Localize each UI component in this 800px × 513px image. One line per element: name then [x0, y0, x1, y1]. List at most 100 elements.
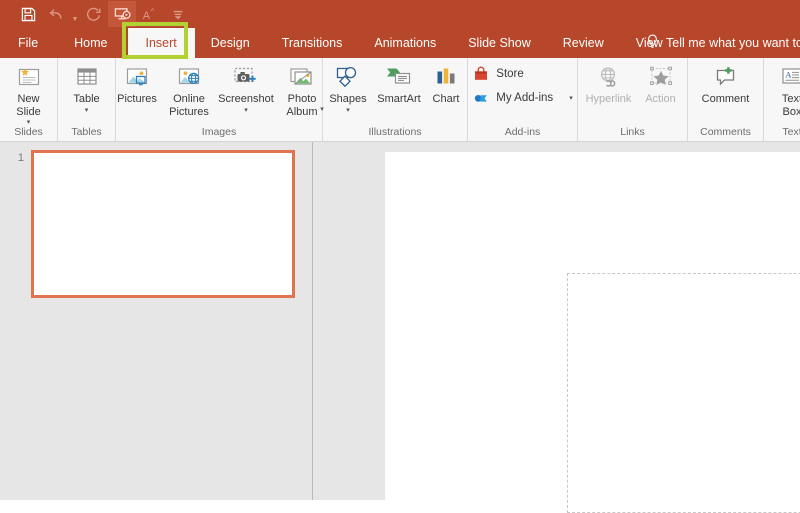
svg-text:A: A	[143, 9, 151, 21]
title-bar: ▼ A ^	[0, 0, 800, 28]
powerpoint-window: ▼ A ^ File Home Insert Design Transition…	[0, 0, 800, 513]
tell-me-search[interactable]: Tell me what you want to	[646, 28, 800, 58]
shapes-button[interactable]: Shapes ▾	[324, 61, 372, 114]
shapes-label: Shapes	[329, 93, 367, 105]
customize-quick-access-icon[interactable]	[164, 1, 192, 27]
ribbon-group-links: Hyperlink Action Links	[578, 58, 688, 141]
workspace: 1	[0, 142, 800, 513]
group-label-tables: Tables	[71, 126, 102, 138]
group-label-images: Images	[201, 126, 237, 138]
redo-icon[interactable]	[80, 1, 108, 27]
tab-slide-show[interactable]: Slide Show	[452, 28, 547, 58]
tab-file-label: File	[18, 36, 39, 50]
group-label-text: Text	[782, 126, 800, 138]
chart-icon	[433, 63, 459, 91]
ribbon: New Slide ▾ Slides Table ▾ Tables Pictur…	[0, 58, 800, 142]
table-label: Table	[73, 93, 100, 105]
hyperlink-label: Hyperlink	[585, 93, 632, 105]
ribbon-group-illustrations: Shapes ▾ SmartArt Chart Illustrations	[323, 58, 468, 141]
text-box-button[interactable]: A TextBox	[769, 61, 800, 118]
ribbon-group-addins: Store My Add-ins ▾ Add-ins	[468, 58, 578, 141]
pictures-icon	[124, 63, 150, 91]
my-addins-label: My Add-ins	[496, 92, 554, 104]
shapes-caret-icon[interactable]: ▾	[346, 107, 350, 114]
online-pictures-icon	[176, 63, 202, 91]
tab-slide-show-label: Slide Show	[468, 36, 531, 50]
online-pictures-label: Online Pictures	[169, 93, 209, 118]
photo-album-icon	[288, 63, 316, 91]
screenshot-button[interactable]: Screenshot ▾	[215, 61, 277, 114]
smartart-label: SmartArt	[377, 93, 421, 105]
my-addins-caret-icon[interactable]: ▾	[569, 94, 573, 102]
tab-design[interactable]: Design	[195, 28, 266, 58]
slide-number: 1	[17, 152, 24, 164]
slide-thumbnail-pane[interactable]: 1	[0, 142, 312, 500]
text-box-label: TextBox	[781, 93, 800, 118]
editing-area-margin	[313, 142, 385, 500]
hyperlink-icon	[595, 63, 623, 91]
chart-button[interactable]: Chart	[426, 61, 466, 106]
tab-home[interactable]: Home	[54, 28, 127, 58]
comment-icon	[712, 63, 740, 91]
tab-insert[interactable]: Insert	[127, 28, 195, 58]
new-slide-caret-icon[interactable]: ▾	[27, 119, 31, 126]
ribbon-tab-strip: File Home Insert Design Transitions Anim…	[0, 28, 800, 58]
table-caret-icon[interactable]: ▾	[85, 107, 89, 114]
ribbon-group-images: Pictures Online Pictures Screenshot ▾ Ph…	[116, 58, 324, 141]
slide-thumbnail-1[interactable]	[31, 150, 295, 298]
hyperlink-button[interactable]: Hyperlink	[581, 61, 637, 106]
comment-label: Comment	[701, 93, 750, 105]
font-size-icon[interactable]: A ^	[136, 1, 164, 27]
save-icon[interactable]	[14, 1, 42, 27]
smartart-button[interactable]: SmartArt	[372, 61, 426, 106]
group-label-addins: Add-ins	[504, 126, 541, 138]
photo-album-label: Photo Album	[286, 93, 318, 118]
tab-transitions[interactable]: Transitions	[266, 28, 359, 58]
online-pictures-button[interactable]: Online Pictures	[163, 61, 215, 118]
photo-album-button[interactable]: Photo Album ▾	[277, 61, 327, 126]
tab-file[interactable]: File	[0, 28, 54, 58]
pictures-label: Pictures	[117, 93, 157, 105]
store-icon	[472, 66, 490, 82]
ribbon-group-text: A TextBox Text	[764, 58, 800, 141]
undo-dropdown-icon[interactable]: ▼	[70, 0, 80, 31]
svg-text:^: ^	[151, 7, 155, 15]
comment-button[interactable]: Comment	[693, 61, 759, 106]
slide-thumbnail-item[interactable]: 1	[0, 150, 295, 298]
ribbon-group-tables: Table ▾ Tables	[58, 58, 116, 141]
tab-home-label: Home	[74, 36, 108, 50]
tab-design-label: Design	[210, 36, 250, 50]
ribbon-group-slides: New Slide ▾ Slides	[0, 58, 58, 141]
shapes-icon	[334, 63, 362, 91]
ribbon-tabs: File Home Insert Design Transitions Anim…	[0, 28, 679, 58]
ribbon-group-comments: Comment Comments	[688, 58, 764, 141]
group-label-comments: Comments	[700, 126, 751, 138]
screenshot-label: Screenshot	[218, 93, 274, 105]
quick-access-toolbar: ▼ A ^	[14, 0, 192, 28]
action-button[interactable]: Action	[637, 61, 685, 106]
addins-buttons: Store My Add-ins ▾	[468, 61, 576, 107]
tab-animations[interactable]: Animations	[358, 28, 452, 58]
group-label-links: Links	[620, 126, 645, 138]
pictures-button[interactable]: Pictures	[111, 61, 163, 106]
ribbon-groups: New Slide ▾ Slides Table ▾ Tables Pictur…	[0, 58, 800, 141]
tell-me-label: Tell me what you want to	[666, 36, 800, 50]
tab-review[interactable]: Review	[547, 28, 620, 58]
lightbulb-icon	[646, 34, 659, 52]
my-addins-button[interactable]: My Add-ins ▾	[468, 89, 576, 107]
undo-icon[interactable]	[42, 1, 70, 27]
slide-canvas[interactable]	[385, 152, 800, 513]
new-slide-button[interactable]: New Slide ▾	[2, 61, 56, 126]
content-placeholder[interactable]	[567, 273, 800, 513]
table-button[interactable]: Table ▾	[60, 61, 114, 114]
action-icon	[647, 63, 675, 91]
tab-insert-label: Insert	[145, 36, 177, 50]
start-presentation-icon[interactable]	[108, 1, 136, 27]
screenshot-caret-icon[interactable]: ▾	[244, 107, 248, 114]
new-slide-icon	[16, 63, 42, 91]
store-button[interactable]: Store	[468, 65, 576, 83]
text-box-icon: A	[779, 63, 800, 91]
screenshot-icon	[231, 63, 261, 91]
tab-transitions-label: Transitions	[281, 36, 343, 50]
group-label-illustrations: Illustrations	[368, 126, 422, 138]
